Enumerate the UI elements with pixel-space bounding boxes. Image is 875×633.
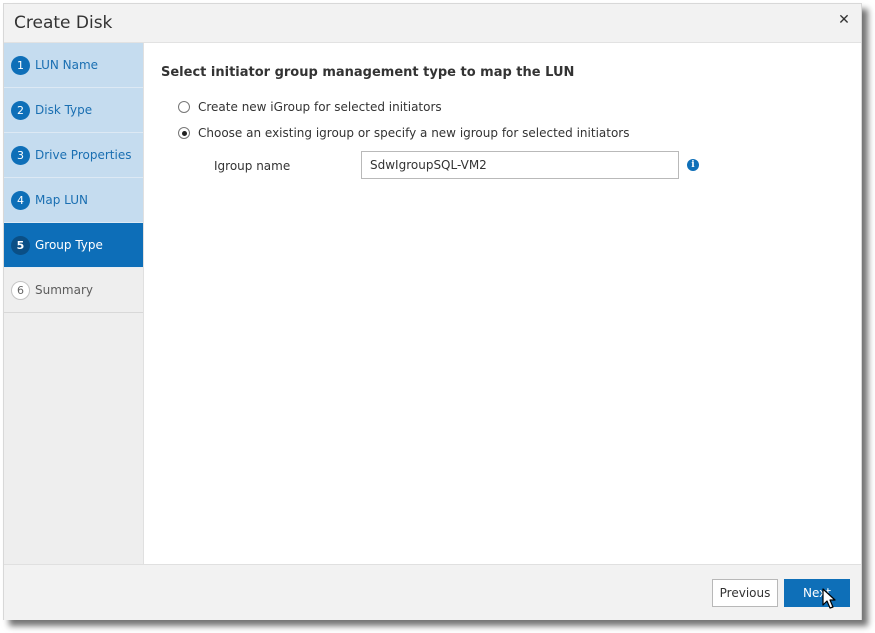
step-label: Disk Type xyxy=(35,103,93,117)
dialog-footer: Previous Next xyxy=(4,564,861,620)
section-heading: Select initiator group management type t… xyxy=(161,65,575,80)
radio-choose-existing-igroup[interactable] xyxy=(178,127,190,139)
option-label: Choose an existing igroup or specify a n… xyxy=(198,126,630,140)
radio-create-new-igroup[interactable] xyxy=(178,101,190,113)
previous-button[interactable]: Previous xyxy=(712,579,778,607)
dialog-title: Create Disk xyxy=(14,13,113,33)
step-disk-type[interactable]: 2 Disk Type xyxy=(4,88,143,133)
step-number-badge: 1 xyxy=(11,55,30,75)
step-label: LUN Name xyxy=(35,58,99,72)
step-number-badge: 4 xyxy=(11,190,30,210)
igroup-name-input[interactable] xyxy=(361,151,679,179)
wizard-content: Select initiator group management type t… xyxy=(144,43,861,564)
step-lun-name[interactable]: 1 LUN Name xyxy=(4,43,143,88)
step-number-badge: 6 xyxy=(11,280,30,300)
dialog-header: Create Disk ✕ xyxy=(4,4,861,43)
step-number-badge: 3 xyxy=(11,145,30,165)
wizard-steps: 1 LUN Name 2 Disk Type 3 Drive Propertie… xyxy=(4,43,144,564)
step-summary: 6 Summary xyxy=(4,268,143,313)
step-group-type[interactable]: 5 Group Type xyxy=(4,223,143,268)
option-create-new-igroup[interactable]: Create new iGroup for selected initiator… xyxy=(178,100,442,114)
option-choose-existing-igroup[interactable]: Choose an existing igroup or specify a n… xyxy=(178,126,630,140)
create-disk-dialog: Create Disk ✕ 1 LUN Name 2 Disk Type 3 D… xyxy=(3,3,862,620)
igroup-name-label: Igroup name xyxy=(214,159,291,173)
option-label: Create new iGroup for selected initiator… xyxy=(198,100,442,114)
step-number-badge: 5 xyxy=(11,235,30,255)
close-icon[interactable]: ✕ xyxy=(837,12,851,28)
step-label: Map LUN xyxy=(35,193,88,207)
step-label: Group Type xyxy=(35,238,103,252)
info-icon[interactable]: i xyxy=(687,159,699,171)
step-map-lun[interactable]: 4 Map LUN xyxy=(4,178,143,223)
step-label: Drive Properties xyxy=(35,148,132,162)
step-label: Summary xyxy=(35,283,93,297)
next-button[interactable]: Next xyxy=(784,579,850,607)
step-drive-properties[interactable]: 3 Drive Properties xyxy=(4,133,143,178)
step-number-badge: 2 xyxy=(11,100,30,120)
